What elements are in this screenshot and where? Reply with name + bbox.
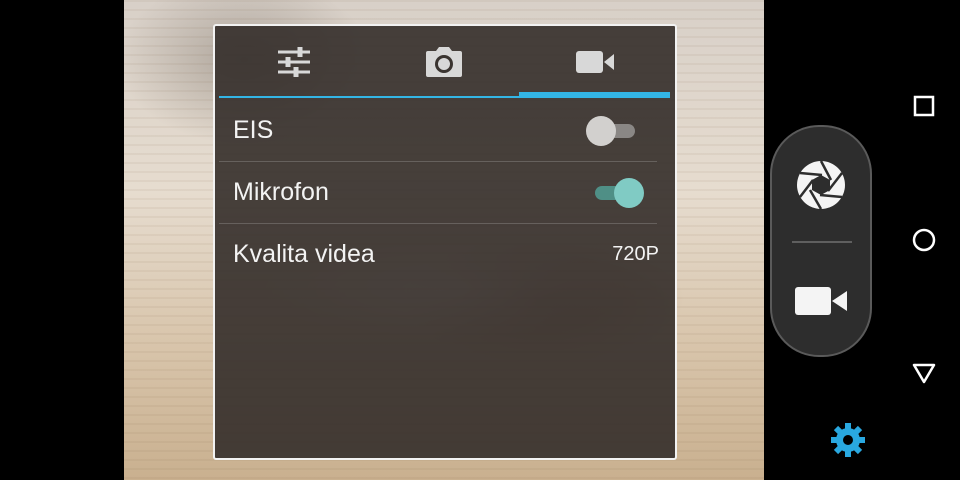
capture-controls [770, 125, 872, 357]
eis-toggle-thumb [586, 115, 616, 146]
nav-home-button[interactable] [904, 220, 944, 260]
photo-shutter-button[interactable] [772, 135, 870, 235]
video-record-button[interactable] [772, 251, 870, 351]
setting-row-mikrofon[interactable]: Mikrofon [219, 162, 657, 223]
recents-square-icon [913, 95, 935, 117]
sliders-icon [278, 47, 311, 77]
tab-video-settings[interactable] [520, 26, 670, 98]
video-quality-value: 720P [612, 243, 659, 265]
settings-tabs [219, 26, 670, 98]
tab-general-settings[interactable] [219, 26, 369, 98]
home-circle-icon [912, 228, 936, 252]
nav-recents-button[interactable] [904, 86, 944, 126]
active-tab-indicator [519, 92, 670, 98]
capsule-divider [792, 241, 852, 243]
mikrofon-toggle[interactable] [583, 175, 645, 211]
videocam-icon [795, 287, 847, 315]
setting-label-eis: EIS [233, 116, 274, 144]
setting-row-eis[interactable]: EIS [219, 100, 657, 161]
tab-photo-settings[interactable] [369, 26, 519, 98]
gear-icon [831, 423, 865, 457]
setting-row-video-quality[interactable]: Kvalita videa 720P [219, 224, 659, 285]
camera-icon [426, 47, 463, 77]
nav-back-button[interactable] [904, 353, 944, 393]
eis-toggle[interactable] [583, 113, 645, 149]
setting-label-video-quality: Kvalita videa [233, 240, 375, 268]
setting-label-mikrofon: Mikrofon [233, 178, 329, 206]
settings-gear-button[interactable] [828, 420, 868, 460]
videocam-icon [575, 51, 614, 73]
back-triangle-icon [912, 363, 936, 384]
shutter-aperture-icon [797, 160, 845, 210]
settings-panel: EIS Mikrofon Kvalita videa 720P [213, 24, 677, 460]
mikrofon-toggle-thumb [614, 177, 644, 208]
